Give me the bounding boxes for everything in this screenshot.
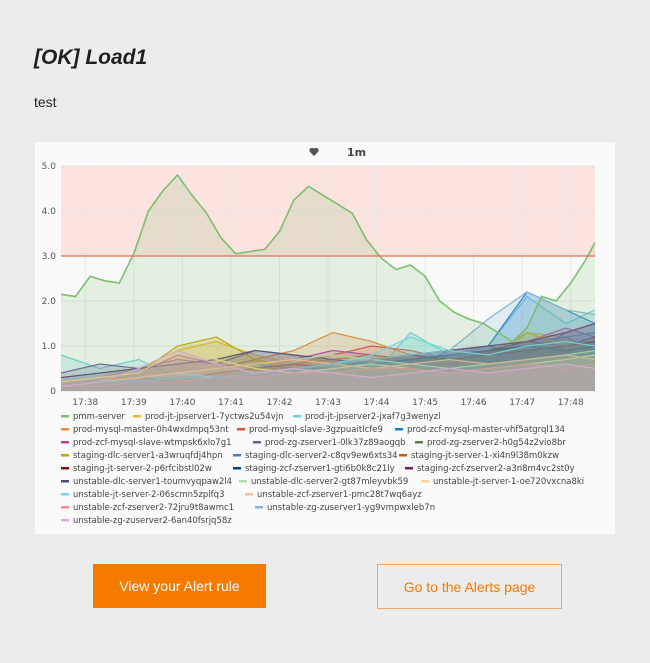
- graph-panel: 1m 0 1.0 2.0 3.0 4.0 5.0 17:38 17:39 17:40 17:41 1…: [35, 142, 615, 534]
- legend-swatch: [293, 415, 301, 418]
- legend-entry: prod-zg-zserver1-0lk37z89aogqb: [265, 438, 406, 448]
- x-tick-label: 17:43: [315, 398, 341, 408]
- load1-chart: 1m 0 1.0 2.0 3.0 4.0 5.0 17:38 17:39 17:40 17:41 1…: [42, 146, 596, 526]
- alert-message: test: [34, 94, 57, 110]
- legend-swatch: [61, 441, 69, 444]
- legend-swatch: [61, 506, 69, 509]
- legend-swatch: [61, 454, 69, 457]
- legend-swatch: [61, 493, 69, 496]
- go-to-alerts-page-button[interactable]: Go to the Alerts page: [377, 564, 562, 609]
- legend-entry: staging-zcf-zserver1-gti6b0k8c21ly: [245, 464, 395, 474]
- legend-swatch: [61, 415, 69, 418]
- y-tick-label: 3.0: [42, 252, 57, 262]
- legend-entry: prod-zcf-mysql-slave-wtmpsk6xlo7g1: [73, 438, 232, 448]
- legend-entry: staging-jt-server-1-xi4n9l38m0kzw: [411, 451, 559, 461]
- legend-entry: unstable-zg-zuserver2-6an40fsrjq58z: [73, 516, 232, 526]
- legend-entry: prod-mysql-slave-3gzpuaitlcfe9: [249, 425, 383, 435]
- legend-entry: unstable-jt-server-1-oe720vxcna8ki: [433, 477, 584, 487]
- y-tick-label: 2.0: [42, 297, 57, 307]
- y-tick-label: 4.0: [42, 207, 57, 217]
- legend-swatch: [421, 480, 429, 483]
- legend-swatch: [399, 454, 407, 457]
- x-tick-label: 17:47: [509, 398, 535, 408]
- x-tick-label: 17:41: [218, 398, 244, 408]
- legend-entry: prod-mysql-master-0h4wxdmpq53nt: [73, 425, 229, 435]
- legend-entry: prod-zcf-mysql-master-vhf5atgrql134: [407, 425, 565, 435]
- legend-swatch: [133, 415, 141, 418]
- legend-entry: prod-jt-jpserver1-7yctws2u54vjn: [145, 412, 283, 422]
- legend-swatch: [253, 441, 261, 444]
- legend-swatch: [233, 467, 241, 470]
- legend-swatch: [61, 467, 69, 470]
- x-tick-label: 17:48: [558, 398, 584, 408]
- legend-swatch: [61, 480, 69, 483]
- legend-entry: prod-zg-zserver2-h0g54z2vio8br: [427, 438, 566, 448]
- legend-entry: unstable-dlc-server2-gt87mleyvbk59: [251, 477, 408, 487]
- legend-entry: staging-jt-server-2-p6rfcibstl02w: [73, 464, 212, 474]
- legend-entry: unstable-dlc-server1-toumvyqpaw2l4: [73, 477, 232, 487]
- legend-swatch: [239, 480, 247, 483]
- legend-entry: unstable-zg-zuserver1-yg9vmpwxleb7n: [267, 503, 435, 513]
- y-tick-label: 0: [50, 387, 56, 397]
- x-tick-label: 17:44: [364, 398, 390, 408]
- legend-entry: unstable-zcf-zserver2-72jru9t8awmc1: [73, 503, 234, 513]
- legend-entry: pmm-server: [73, 412, 125, 422]
- panel-header: 1m: [309, 146, 366, 159]
- legend-entry: staging-dlc-server2-c8qv9ew6xts34: [245, 451, 398, 461]
- y-tick-label: 5.0: [42, 162, 57, 172]
- legend-swatch: [233, 454, 241, 457]
- legend-entry: staging-zcf-zserver2-a3n8m4vc2st0y: [417, 464, 575, 474]
- legend-swatch: [405, 467, 413, 470]
- legend-entry: unstable-jt-server-2-06scmn5zplfq3: [73, 490, 224, 500]
- legend-entry: staging-dlc-server1-a3wruqfdj4hpn: [73, 451, 223, 461]
- x-tick-label: 17:45: [412, 398, 438, 408]
- legend-swatch: [395, 428, 403, 431]
- legend-entry: unstable-zcf-zserver1-pmc28t7wq6ayz: [257, 490, 422, 500]
- x-tick-label: 17:38: [72, 398, 98, 408]
- y-tick-label: 1.0: [42, 342, 57, 352]
- legend-swatch: [237, 428, 245, 431]
- x-tick-label: 17:46: [461, 398, 487, 408]
- legend-entry: prod-jt-jpserver2-jxaf7g3wenyzl: [305, 412, 441, 422]
- x-tick-label: 17:42: [266, 398, 292, 408]
- legend-swatch: [61, 519, 69, 522]
- view-alert-rule-button[interactable]: View your Alert rule: [93, 564, 266, 608]
- x-tick-label: 17:40: [169, 398, 195, 408]
- heart-icon: [309, 147, 319, 156]
- x-tick-label: 17:39: [121, 398, 147, 408]
- alert-title: [OK] Load1: [34, 46, 148, 69]
- legend-swatch: [415, 441, 423, 444]
- legend-swatch: [255, 506, 263, 509]
- legend-swatch: [245, 493, 253, 496]
- legend-swatch: [61, 428, 69, 431]
- interval-label: 1m: [347, 146, 366, 159]
